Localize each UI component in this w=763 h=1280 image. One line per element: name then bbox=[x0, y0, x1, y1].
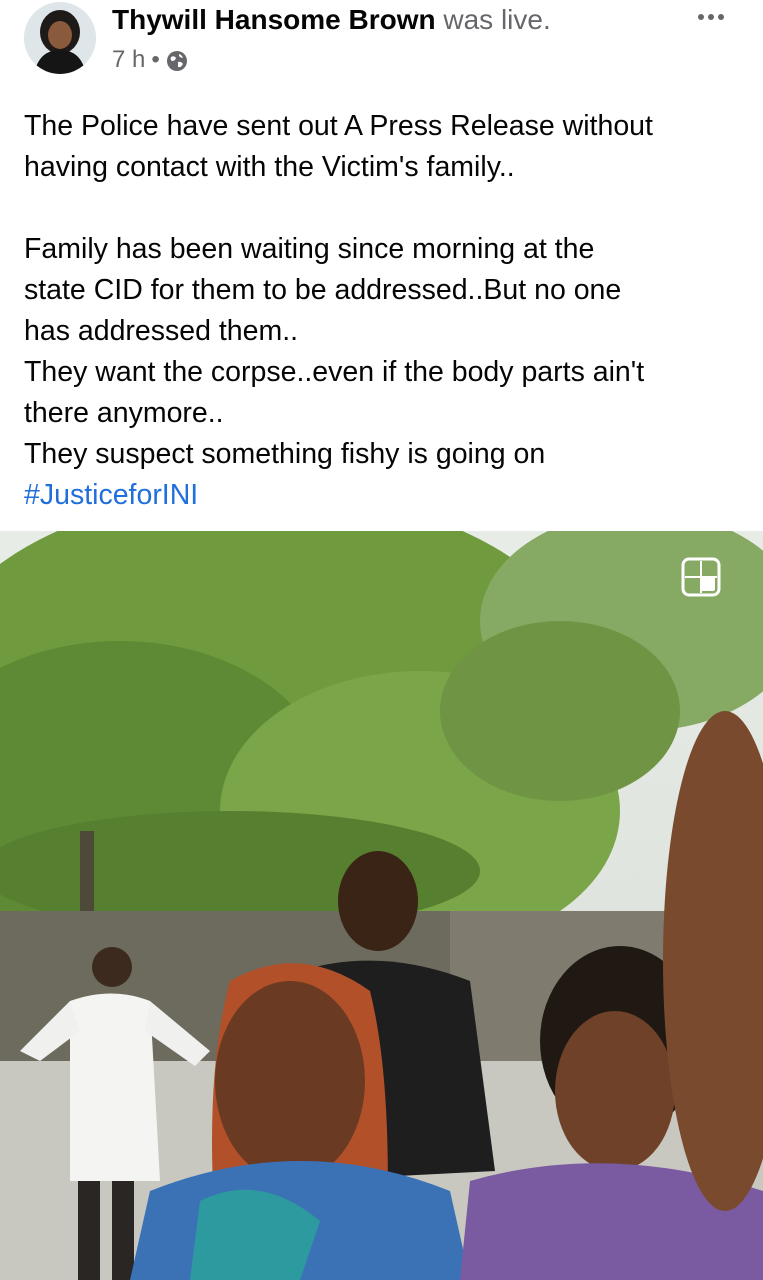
picture-in-picture-icon[interactable] bbox=[681, 557, 721, 597]
text-line: They want the corpse..even if the body p… bbox=[24, 356, 645, 388]
globe-icon bbox=[166, 49, 188, 71]
author-avatar[interactable] bbox=[24, 2, 96, 74]
live-video-player[interactable] bbox=[0, 531, 763, 1280]
text-line: having contact with the Victim's family.… bbox=[24, 151, 515, 183]
video-frame bbox=[0, 531, 763, 1280]
text-line: The Police have sent out A Press Release… bbox=[24, 110, 653, 142]
hashtag-link[interactable]: #JusticeforINI bbox=[24, 479, 198, 511]
post-header: Thywill Hansome Brown was live. 7 h • bbox=[0, 0, 763, 90]
facebook-post: Thywill Hansome Brown was live. 7 h • Th… bbox=[0, 0, 763, 1280]
text-line: state CID for them to be addressed..But … bbox=[24, 274, 622, 306]
post-meta: 7 h • bbox=[112, 44, 188, 76]
avatar-image bbox=[24, 2, 96, 74]
text-line: They suspect something fishy is going on bbox=[24, 438, 546, 470]
post-timestamp[interactable]: 7 h bbox=[112, 44, 145, 76]
text-line: there anymore.. bbox=[24, 397, 224, 429]
more-options-icon[interactable] bbox=[691, 2, 731, 32]
author-status: was live. bbox=[443, 4, 551, 35]
author-name[interactable]: Thywill Hansome Brown bbox=[112, 4, 436, 35]
meta-separator: • bbox=[151, 46, 160, 73]
author-line: Thywill Hansome Brown was live. bbox=[112, 2, 551, 38]
text-line: has addressed them.. bbox=[24, 315, 299, 347]
post-text: The Police have sent out A Press Release… bbox=[24, 106, 744, 516]
text-line: Family has been waiting since morning at… bbox=[24, 233, 595, 265]
